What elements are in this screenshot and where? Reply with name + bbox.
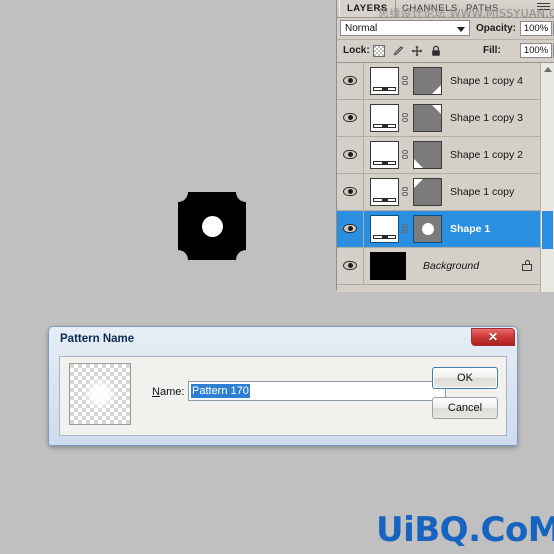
table-row-selected[interactable]: Shape 1 [337,211,554,248]
table-row[interactable]: Shape 1 copy 2 [337,137,554,174]
layer-name-label: Background [423,260,480,272]
dialog-title: Pattern Name [60,333,135,345]
lock-label: Lock: [343,45,370,56]
lock-transparent-pixels-icon[interactable] [373,45,385,57]
close-icon[interactable]: ✕ [471,328,515,346]
scrollbar-thumb[interactable] [542,211,553,249]
layer-column-divider [363,174,364,210]
layer-thumbnail[interactable] [370,215,399,243]
blend-mode-value: Normal [345,23,378,34]
layers-list: Shape 1 copy 4 Shape 1 copy 3 Shape 1 co… [337,63,554,292]
layer-thumbnail[interactable] [370,178,399,206]
lock-position-move-icon[interactable] [411,45,423,57]
layer-column-divider [363,211,364,247]
pattern-name-value: Pattern 170 [191,384,250,398]
layer-name-label: Shape 1 copy 2 [450,149,523,161]
artwork-notch-bottom-left [177,250,188,261]
layer-visibility-eye-icon[interactable] [342,111,358,124]
layer-name-label: Shape 1 [450,223,491,235]
layer-visibility-eye-icon[interactable] [342,222,358,235]
layer-vector-mask-thumbnail[interactable] [413,178,442,206]
layer-vector-mask-thumbnail[interactable] [413,141,442,169]
layer-name-label: Shape 1 copy [450,186,515,198]
layer-thumbnail[interactable] [370,67,399,95]
blend-mode-select[interactable]: Normal [340,20,470,36]
opacity-label: Opacity: [476,23,517,34]
layer-name-label: Shape 1 copy 3 [450,112,523,124]
opacity-input[interactable]: 100% [520,21,552,36]
layer-vector-mask-thumbnail[interactable] [413,67,442,95]
layer-visibility-eye-icon[interactable] [342,259,358,272]
chevron-down-icon [457,27,465,32]
dialog-body: Name: Pattern 170 OK Cancel [59,356,507,436]
lock-row: Lock: Fill: 100% [337,40,554,63]
canvas-artwork [177,191,247,261]
artwork-notch-bottom-right [236,250,247,261]
table-row[interactable]: Shape 1 copy 4 [337,63,554,100]
layer-visibility-eye-icon[interactable] [342,148,358,161]
cancel-button[interactable]: Cancel [432,397,498,419]
layer-column-divider [363,248,364,284]
layer-thumbnail[interactable] [370,252,406,280]
dialog-titlebar[interactable]: Pattern Name ✕ [49,327,517,354]
layers-panel: LAYERS CHANNELS PATHS Normal Opacity: 10… [336,0,554,292]
layer-visibility-eye-icon[interactable] [342,74,358,87]
blend-mode-row: Normal Opacity: 100% [337,18,554,40]
bottom-watermark: UiBQ.CoM [376,510,554,550]
layer-thumbnail[interactable] [370,141,399,169]
layer-link-icon[interactable] [402,224,409,235]
fill-label: Fill: [483,45,501,56]
layer-vector-mask-thumbnail[interactable] [413,104,442,132]
lock-image-pixels-brush-icon[interactable] [392,45,404,57]
table-row[interactable]: Shape 1 copy 3 [337,100,554,137]
artwork-center-dot [201,215,223,237]
name-label-rest: ame: [159,386,185,398]
artwork-notch-top-left [177,191,188,202]
pattern-preview-thumbnail [69,363,131,425]
pattern-name-input[interactable]: Pattern 170 [188,381,446,401]
layer-link-icon[interactable] [402,113,409,124]
ok-button[interactable]: OK [432,367,498,389]
layer-locked-icon [522,260,532,271]
layer-link-icon[interactable] [402,187,409,198]
name-label-mnemonic: N [152,386,160,398]
layer-link-icon[interactable] [402,76,409,87]
layer-name-label: Shape 1 copy 4 [450,75,523,87]
layer-column-divider [363,63,364,99]
layer-column-divider [363,100,364,136]
panel-watermark: 思缘设计论坛 WWW.MISSYUAN.COM [378,7,554,20]
table-row[interactable]: Background [337,248,554,285]
layer-link-icon[interactable] [402,150,409,161]
layer-thumbnail[interactable] [370,104,399,132]
pattern-name-dialog: Pattern Name ✕ Name: Pattern 170 OK Canc… [48,326,518,446]
layers-scrollbar[interactable] [540,63,554,292]
layer-visibility-eye-icon[interactable] [342,185,358,198]
fill-input[interactable]: 100% [520,43,552,58]
name-label: Name: [152,386,184,398]
lock-all-icon[interactable] [430,45,442,57]
scroll-up-arrow-icon[interactable] [544,67,552,72]
artwork-notch-top-right [236,191,247,202]
table-row[interactable]: Shape 1 copy [337,174,554,211]
layer-column-divider [363,137,364,173]
layer-vector-mask-thumbnail[interactable] [413,215,442,243]
